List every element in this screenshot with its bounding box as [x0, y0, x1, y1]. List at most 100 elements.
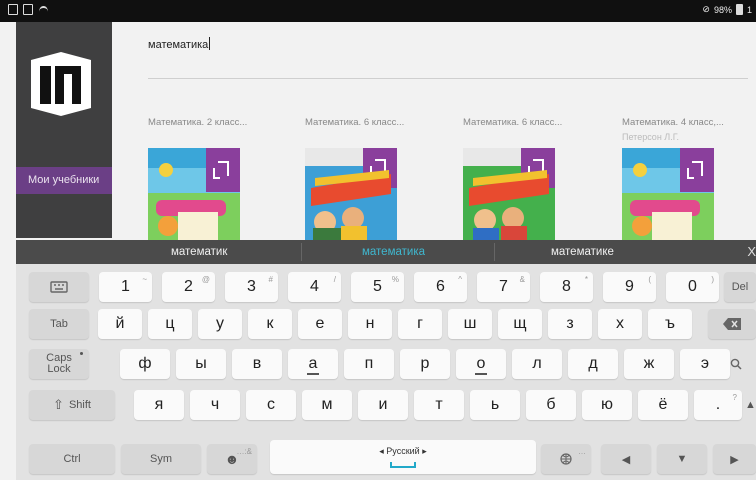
key-0[interactable]: 0): [666, 272, 719, 302]
key-letter[interactable]: в: [232, 349, 282, 379]
gallery-notification-icon: [8, 4, 18, 15]
key-hint-underline: [307, 373, 319, 375]
keyboard: 1 ~ 2 @ 3 # 4/ 5% 6 ^ 7 & 8 * 9( 0) Del Tab й …: [16, 264, 756, 480]
search-query: математика: [148, 39, 209, 51]
key-letter[interactable]: х: [598, 309, 642, 339]
key-letter[interactable]: р: [400, 349, 450, 379]
search-key[interactable]: [716, 349, 756, 379]
shift-key[interactable]: ⇧ Shift: [29, 390, 115, 420]
key-letter[interactable]: е: [298, 309, 342, 339]
text-cursor: [209, 37, 211, 50]
key-letter[interactable]: з: [548, 309, 592, 339]
key-letter[interactable]: ю: [582, 390, 632, 420]
tab-key[interactable]: Tab: [29, 309, 89, 339]
battery-icon: [735, 4, 743, 15]
book-title[interactable]: Математика. 2 класс...: [148, 117, 247, 128]
key-letter[interactable]: п: [344, 349, 394, 379]
del-key[interactable]: Del: [724, 272, 756, 302]
search-input[interactable]: математика: [148, 37, 211, 51]
book-cover[interactable]: [622, 148, 714, 240]
wifi-icon: [38, 4, 50, 15]
key-5[interactable]: 5%: [351, 272, 404, 302]
key-letter[interactable]: ц: [148, 309, 192, 339]
key-letter[interactable]: й: [98, 309, 142, 339]
mute-icon: ⊘: [702, 4, 710, 14]
status-indicators: ⊘ 98% 1: [702, 4, 752, 15]
backspace-icon: [723, 318, 741, 330]
shift-icon: ⇧: [53, 397, 64, 412]
book-cover[interactable]: [305, 148, 397, 240]
keyboard-icon: [50, 281, 68, 293]
key-1[interactable]: 1 ~: [99, 272, 152, 302]
suggestion-right[interactable]: математике: [551, 246, 614, 258]
download-notification-icon: [23, 4, 33, 15]
app-logo-icon: [31, 52, 91, 116]
close-suggestions-icon[interactable]: X: [747, 244, 756, 259]
search-underline: [148, 78, 748, 79]
key-letter[interactable]: ф: [120, 349, 170, 379]
key-letter[interactable]: я: [134, 390, 184, 420]
arrow-left-icon: ◀: [621, 453, 631, 466]
key-letter[interactable]: о: [456, 349, 506, 379]
key-letter[interactable]: щ: [498, 309, 542, 339]
language-key[interactable]: …: [541, 444, 591, 474]
key-letter[interactable]: ё: [638, 390, 688, 420]
sym-key[interactable]: Sym: [121, 444, 201, 474]
key-4[interactable]: 4/: [288, 272, 341, 302]
space-key[interactable]: ◂ Русский ▸: [270, 440, 536, 474]
key-letter[interactable]: м: [302, 390, 352, 420]
key-letter[interactable]: и: [358, 390, 408, 420]
key-9[interactable]: 9(: [603, 272, 656, 302]
globe-icon: [560, 453, 572, 465]
caps-indicator: [80, 352, 83, 355]
key-letter[interactable]: с: [246, 390, 296, 420]
cursor-down-key[interactable]: ▼: [657, 444, 707, 474]
key-7[interactable]: 7 &: [477, 272, 530, 302]
book-title[interactable]: Математика. 6 класс...: [305, 117, 404, 128]
backspace-key[interactable]: [708, 309, 756, 339]
key-letter[interactable]: ш: [448, 309, 492, 339]
search-icon: [730, 358, 742, 370]
sidebar: Мои учебники: [16, 22, 112, 238]
period-key[interactable]: .?: [694, 390, 742, 420]
cursor-right-key[interactable]: ▶: [713, 444, 756, 474]
ctrl-key[interactable]: Ctrl: [29, 444, 115, 474]
book-title[interactable]: Математика. 4 класс,...: [622, 117, 724, 128]
key-letter[interactable]: н: [348, 309, 392, 339]
key-8[interactable]: 8 *: [540, 272, 593, 302]
key-letter[interactable]: у: [198, 309, 242, 339]
arrow-right-icon: ▶: [730, 453, 739, 466]
cursor-up-key[interactable]: ▲: [745, 390, 756, 420]
status-bar: ⊘ 98% 1: [0, 0, 756, 22]
emoji-key[interactable]: ☻ …:&: [207, 444, 257, 474]
key-letter[interactable]: д: [568, 349, 618, 379]
book-cover[interactable]: [148, 148, 240, 240]
key-letter[interactable]: а: [288, 349, 338, 379]
book-author: Петерсон Л.Г.: [622, 132, 679, 142]
key-letter[interactable]: ы: [176, 349, 226, 379]
key-letter[interactable]: ч: [190, 390, 240, 420]
key-letter[interactable]: б: [526, 390, 576, 420]
key-letter[interactable]: ж: [624, 349, 674, 379]
space-indicator: [390, 462, 416, 468]
key-2[interactable]: 2 @: [162, 272, 215, 302]
sidebar-item-my-textbooks[interactable]: Мои учебники: [16, 167, 112, 194]
key-6[interactable]: 6 ^: [414, 272, 467, 302]
cursor-left-key[interactable]: ◀: [601, 444, 651, 474]
suggestion-left[interactable]: математик: [171, 246, 227, 258]
key-letter[interactable]: ъ: [648, 309, 692, 339]
suggestion-center[interactable]: математика: [362, 246, 425, 258]
book-cover[interactable]: [463, 148, 555, 240]
key-letter[interactable]: ь: [470, 390, 520, 420]
key-letter[interactable]: г: [398, 309, 442, 339]
keyboard-toggle-key[interactable]: [29, 272, 89, 302]
caps-lock-key[interactable]: Caps Lock: [29, 349, 89, 379]
key-letter[interactable]: т: [414, 390, 464, 420]
key-3[interactable]: 3 #: [225, 272, 278, 302]
key-letter[interactable]: к: [248, 309, 292, 339]
suggestion-divider: [494, 243, 495, 261]
key-hint-underline: [475, 373, 487, 375]
key-letter[interactable]: л: [512, 349, 562, 379]
suggestion-bar: математик математика математике X: [16, 240, 756, 264]
book-title[interactable]: Математика. 6 класс...: [463, 117, 562, 128]
